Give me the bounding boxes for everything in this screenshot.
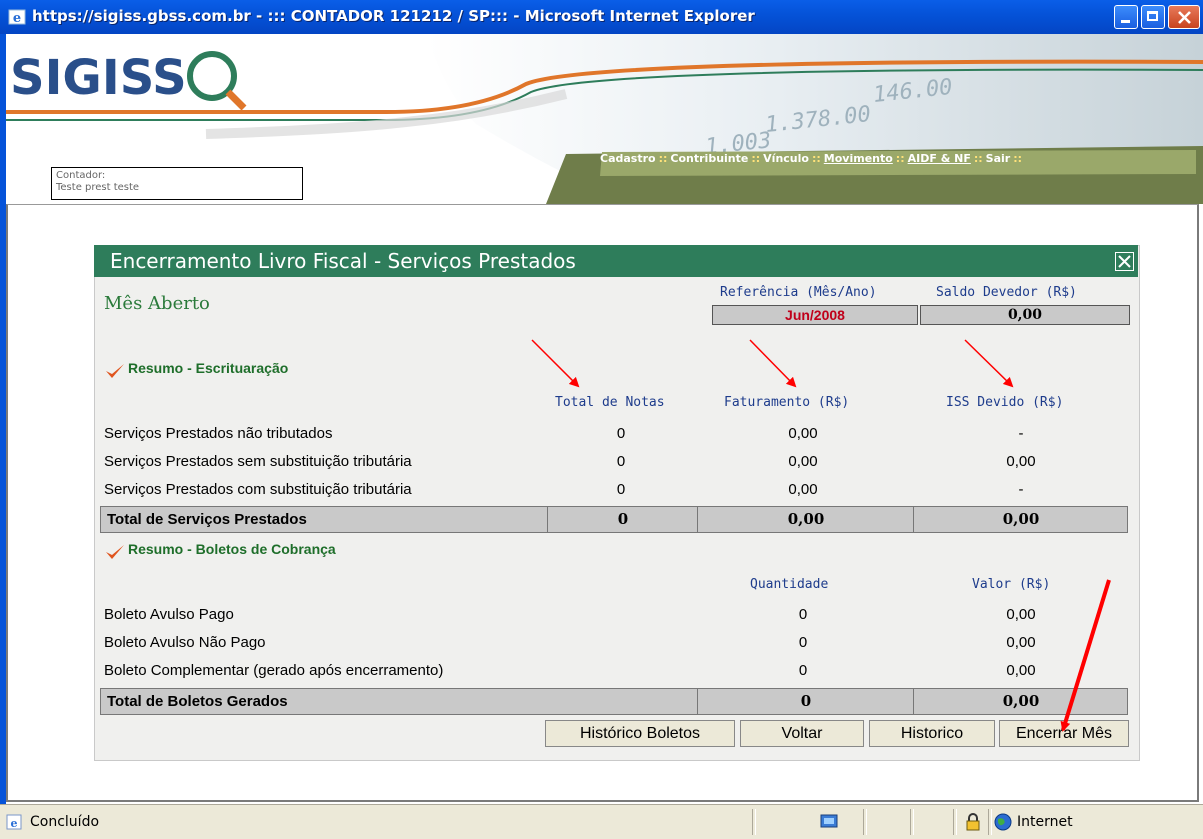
referencia-value: Jun/2008 (712, 305, 918, 325)
logo-text: SIGISS (10, 50, 187, 106)
row-label: Boleto Avulso Pago (104, 606, 234, 623)
encerrar-mes-button[interactable]: Encerrar Mês (999, 720, 1129, 747)
total-iss: 0,00 (913, 507, 1128, 532)
row-quantidade: 0 (798, 606, 808, 623)
row-quantidade: 0 (798, 662, 808, 679)
historico-boletos-button[interactable]: Histórico Boletos (545, 720, 735, 747)
check-icon (106, 545, 124, 559)
col-faturamento: Faturamento (R$) (724, 395, 850, 410)
zone-text: Internet (1017, 814, 1073, 830)
row-faturamento: 0,00 (788, 453, 818, 470)
menu-item-aidf-nf[interactable]: AIDF & NF (908, 152, 971, 165)
minimize-button[interactable] (1114, 5, 1138, 29)
maximize-icon (1147, 11, 1158, 21)
svg-text:e: e (11, 817, 18, 830)
menu-separator: :: (658, 152, 668, 165)
col-valor: Valor (R$) (972, 577, 1051, 592)
menu-separator: :: (895, 152, 905, 165)
total-notas: 0 (547, 507, 698, 532)
menu-item-vinculo[interactable]: Vínculo (763, 152, 809, 165)
menu-separator: :: (751, 152, 761, 165)
saldo-label: Saldo Devedor (R$) (936, 285, 1077, 300)
row-notas: 0 (616, 481, 626, 498)
col-quantidade: Quantidade (750, 577, 829, 592)
historico-button[interactable]: Historico (869, 720, 995, 747)
menu-separator: :: (973, 152, 983, 165)
total-servicos-row: Total de Serviços Prestados 0 0,00 0,00 (100, 506, 1128, 533)
row-label: Serviços Prestados com substituição trib… (104, 481, 412, 498)
row-faturamento: 0,00 (788, 481, 818, 498)
total-quantidade: 0 (697, 689, 914, 714)
menu-item-sair[interactable]: Sair (986, 152, 1011, 165)
ie-icon: e (8, 9, 26, 26)
total-boletos-label: Total de Boletos Gerados (107, 693, 288, 710)
check-icon (106, 364, 124, 378)
menu-item-movimento[interactable]: Movimento (824, 152, 893, 165)
lock-icon (966, 813, 980, 831)
close-icon (1118, 255, 1131, 268)
month-status: Mês Aberto (104, 293, 210, 314)
row-label: Serviços Prestados não tributados (104, 425, 333, 442)
close-window-button[interactable] (1168, 5, 1200, 29)
internet-globe-icon (994, 813, 1012, 831)
window-title: https://sigiss.gbss.com.br - ::: CONTADO… (32, 7, 755, 25)
section-boletos-title: Resumo - Boletos de Cobrança (128, 541, 336, 557)
voltar-button[interactable]: Voltar (740, 720, 864, 747)
row-iss: 0,00 (1006, 453, 1036, 470)
status-bar: e Concluído Internet (0, 804, 1203, 839)
row-valor: 0,00 (1006, 662, 1036, 679)
row-valor: 0,00 (1006, 634, 1036, 651)
status-text: Concluído (30, 814, 100, 830)
row-iss: - (1018, 425, 1024, 442)
row-faturamento: 0,00 (788, 425, 818, 442)
maximize-button[interactable] (1141, 5, 1165, 29)
page-done-icon: e (6, 814, 22, 830)
total-servicos-label: Total de Serviços Prestados (107, 511, 307, 528)
row-notas: 0 (616, 453, 626, 470)
total-boletos-row: Total de Boletos Gerados 0 0,00 (100, 688, 1128, 715)
site-header: 146.00 1.378.00 1.003 SIGISS Contador: T… (6, 34, 1203, 204)
panel-close-button[interactable] (1115, 252, 1134, 271)
row-valor: 0,00 (1006, 606, 1036, 623)
menu-item-contribuinte[interactable]: Contribuinte (670, 152, 748, 165)
menu-separator: :: (1013, 152, 1023, 165)
saldo-value: 0,00 (920, 305, 1130, 325)
total-valor: 0,00 (913, 689, 1128, 714)
menu-separator: :: (811, 152, 821, 165)
network-icon (820, 814, 838, 828)
row-notas: 0 (616, 425, 626, 442)
contador-label: Contador: (56, 170, 106, 181)
col-total-notas: Total de Notas (555, 395, 665, 410)
col-iss-devido: ISS Devido (R$) (946, 395, 1064, 410)
referencia-label: Referência (Mês/Ano) (720, 285, 877, 300)
main-menu: Cadastro:: Contribuinte:: Vínculo:: Movimen… (600, 152, 1203, 176)
panel-header: Encerramento Livro Fiscal - Serviços Pre… (94, 245, 1138, 277)
minimize-icon (1121, 20, 1130, 23)
row-label: Boleto Complementar (gerado após encerra… (104, 662, 444, 679)
row-iss: - (1018, 481, 1024, 498)
total-faturamento: 0,00 (697, 507, 914, 532)
panel-title: Encerramento Livro Fiscal - Serviços Pre… (110, 249, 576, 273)
section-escrituracao-title: Resumo - Escrituaração (128, 360, 289, 376)
row-quantidade: 0 (798, 634, 808, 651)
row-label: Boleto Avulso Não Pago (104, 634, 266, 651)
svg-text:e: e (13, 11, 21, 26)
row-label: Serviços Prestados sem substituição trib… (104, 453, 412, 470)
contador-box: Contador: Teste prest teste (51, 167, 303, 200)
window-title-bar[interactable]: e https://sigiss.gbss.com.br - ::: CONTA… (0, 0, 1203, 34)
close-icon (1178, 11, 1191, 24)
contador-value: Teste prest teste (56, 182, 140, 193)
menu-item-cadastro[interactable]: Cadastro (600, 152, 656, 165)
